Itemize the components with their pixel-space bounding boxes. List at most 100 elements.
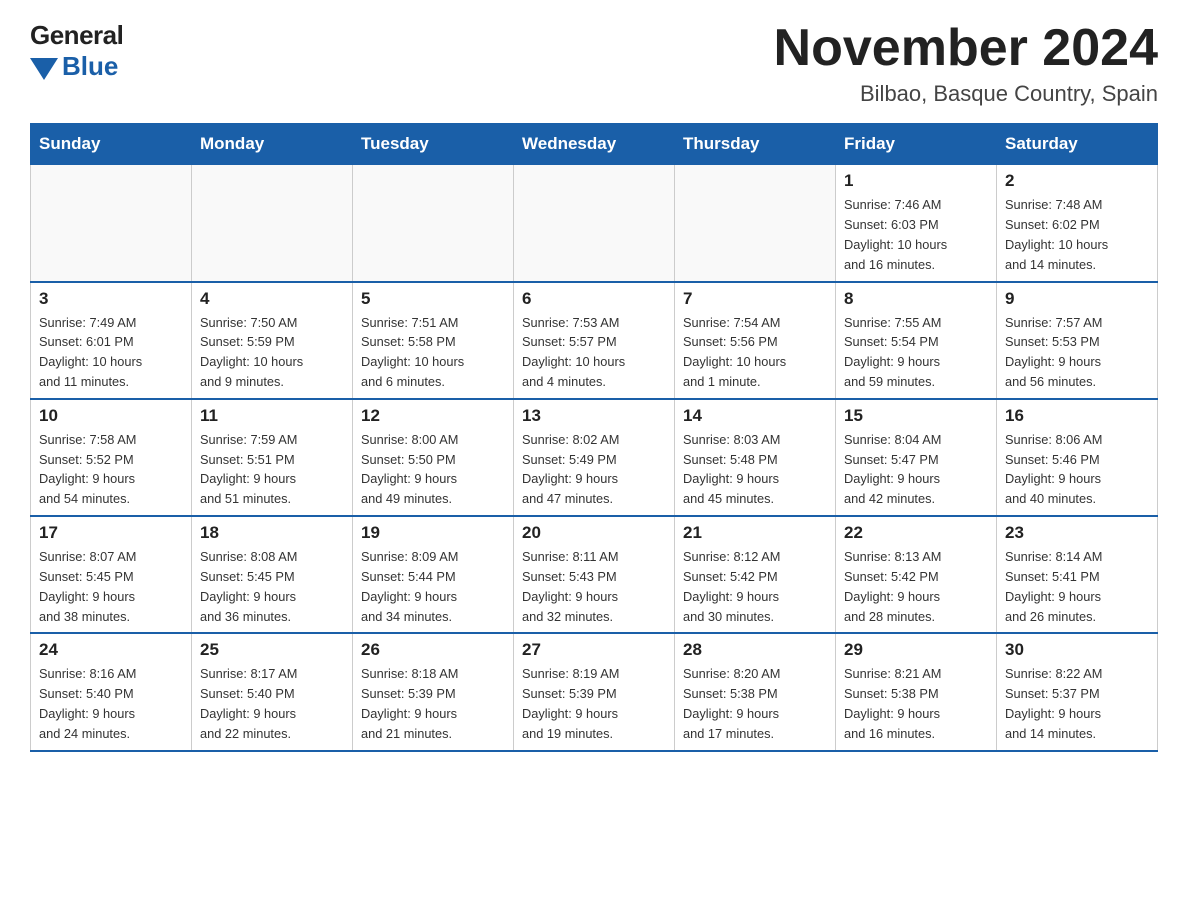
day-number: 2 <box>1005 171 1149 191</box>
day-info: Sunrise: 8:09 AMSunset: 5:44 PMDaylight:… <box>361 547 505 626</box>
day-info: Sunrise: 8:03 AMSunset: 5:48 PMDaylight:… <box>683 430 827 509</box>
day-number: 24 <box>39 640 183 660</box>
day-number: 14 <box>683 406 827 426</box>
day-info: Sunrise: 7:49 AMSunset: 6:01 PMDaylight:… <box>39 313 183 392</box>
main-title: November 2024 <box>774 20 1158 77</box>
day-number: 1 <box>844 171 988 191</box>
day-number: 7 <box>683 289 827 309</box>
calendar-week-5: 24 Sunrise: 8:16 AMSunset: 5:40 PMDayligh… <box>31 633 1158 750</box>
day-number: 19 <box>361 523 505 543</box>
calendar-cell <box>192 165 353 282</box>
day-info: Sunrise: 7:46 AMSunset: 6:03 PMDaylight:… <box>844 195 988 274</box>
day-info: Sunrise: 8:18 AMSunset: 5:39 PMDaylight:… <box>361 664 505 743</box>
day-number: 20 <box>522 523 666 543</box>
calendar-week-3: 10Sunrise: 7:58 AMSunset: 5:52 PMDayligh… <box>31 399 1158 516</box>
calendar-cell: 26 Sunrise: 8:18 AMSunset: 5:39 PMDayligh… <box>353 633 514 750</box>
day-info: Sunrise: 7:48 AMSunset: 6:02 PMDaylight:… <box>1005 195 1149 274</box>
header-day-wednesday: Wednesday <box>514 124 675 165</box>
day-info: Sunrise: 8:11 AMSunset: 5:43 PMDaylight:… <box>522 547 666 626</box>
calendar-cell: 12 Sunrise: 8:00 AMSunset: 5:50 PMDayligh… <box>353 399 514 516</box>
day-number: 8 <box>844 289 988 309</box>
day-info: Sunrise: 8:14 AMSunset: 5:41 PMDaylight:… <box>1005 547 1149 626</box>
day-info: Sunrise: 7:53 AMSunset: 5:57 PMDaylight:… <box>522 313 666 392</box>
calendar-cell: 5Sunrise: 7:51 AMSunset: 5:58 PMDaylight… <box>353 282 514 399</box>
day-number: 6 <box>522 289 666 309</box>
logo-blue-text: Blue <box>62 51 118 82</box>
calendar-cell <box>353 165 514 282</box>
calendar-cell: 16 Sunrise: 8:06 AMSunset: 5:46 PMDayligh… <box>997 399 1158 516</box>
day-info: Sunrise: 8:08 AMSunset: 5:45 PMDaylight:… <box>200 547 344 626</box>
calendar-cell: 30 Sunrise: 8:22 AMSunset: 5:37 PMDayligh… <box>997 633 1158 750</box>
calendar-cell: 28 Sunrise: 8:20 AMSunset: 5:38 PMDayligh… <box>675 633 836 750</box>
calendar-cell: 15 Sunrise: 8:04 AMSunset: 5:47 PMDayligh… <box>836 399 997 516</box>
calendar-cell: 23 Sunrise: 8:14 AMSunset: 5:41 PMDayligh… <box>997 516 1158 633</box>
logo: General Blue <box>30 20 123 82</box>
header: General Blue November 2024 Bilbao, Basqu… <box>30 20 1158 107</box>
day-number: 30 <box>1005 640 1149 660</box>
day-info: Sunrise: 7:55 AMSunset: 5:54 PMDaylight:… <box>844 313 988 392</box>
day-number: 4 <box>200 289 344 309</box>
day-info: Sunrise: 8:19 AMSunset: 5:39 PMDaylight:… <box>522 664 666 743</box>
day-info: Sunrise: 8:16 AMSunset: 5:40 PMDaylight:… <box>39 664 183 743</box>
calendar-cell: 19 Sunrise: 8:09 AMSunset: 5:44 PMDayligh… <box>353 516 514 633</box>
calendar-cell: 6 Sunrise: 7:53 AMSunset: 5:57 PMDaylight… <box>514 282 675 399</box>
day-number: 12 <box>361 406 505 426</box>
logo-general-text: General <box>30 20 123 51</box>
day-number: 11 <box>200 406 344 426</box>
header-day-tuesday: Tuesday <box>353 124 514 165</box>
calendar-cell: 9 Sunrise: 7:57 AMSunset: 5:53 PMDaylight… <box>997 282 1158 399</box>
day-info: Sunrise: 7:57 AMSunset: 5:53 PMDaylight:… <box>1005 313 1149 392</box>
day-info: Sunrise: 8:06 AMSunset: 5:46 PMDaylight:… <box>1005 430 1149 509</box>
calendar-cell <box>675 165 836 282</box>
calendar-week-1: 1 Sunrise: 7:46 AMSunset: 6:03 PMDaylight… <box>31 165 1158 282</box>
logo-triangle-icon <box>30 58 58 80</box>
calendar-cell: 20 Sunrise: 8:11 AMSunset: 5:43 PMDayligh… <box>514 516 675 633</box>
day-number: 18 <box>200 523 344 543</box>
calendar-cell: 27Sunrise: 8:19 AMSunset: 5:39 PMDayligh… <box>514 633 675 750</box>
calendar-week-4: 17 Sunrise: 8:07 AMSunset: 5:45 PMDayligh… <box>31 516 1158 633</box>
calendar-cell: 14 Sunrise: 8:03 AMSunset: 5:48 PMDayligh… <box>675 399 836 516</box>
calendar-cell <box>31 165 192 282</box>
calendar-cell: 29 Sunrise: 8:21 AMSunset: 5:38 PMDayligh… <box>836 633 997 750</box>
day-info: Sunrise: 7:59 AMSunset: 5:51 PMDaylight:… <box>200 430 344 509</box>
day-number: 26 <box>361 640 505 660</box>
calendar-cell: 8 Sunrise: 7:55 AMSunset: 5:54 PMDaylight… <box>836 282 997 399</box>
calendar-cell: 18 Sunrise: 8:08 AMSunset: 5:45 PMDayligh… <box>192 516 353 633</box>
day-info: Sunrise: 7:50 AMSunset: 5:59 PMDaylight:… <box>200 313 344 392</box>
day-info: Sunrise: 8:00 AMSunset: 5:50 PMDaylight:… <box>361 430 505 509</box>
day-info: Sunrise: 8:21 AMSunset: 5:38 PMDaylight:… <box>844 664 988 743</box>
day-number: 9 <box>1005 289 1149 309</box>
header-day-thursday: Thursday <box>675 124 836 165</box>
calendar-cell: 13Sunrise: 8:02 AMSunset: 5:49 PMDayligh… <box>514 399 675 516</box>
calendar-header: SundayMondayTuesdayWednesdayThursdayFrid… <box>31 124 1158 165</box>
day-info: Sunrise: 8:04 AMSunset: 5:47 PMDaylight:… <box>844 430 988 509</box>
calendar-cell <box>514 165 675 282</box>
day-number: 23 <box>1005 523 1149 543</box>
day-number: 28 <box>683 640 827 660</box>
day-number: 15 <box>844 406 988 426</box>
day-number: 17 <box>39 523 183 543</box>
day-number: 22 <box>844 523 988 543</box>
calendar-cell: 25Sunrise: 8:17 AMSunset: 5:40 PMDayligh… <box>192 633 353 750</box>
day-number: 16 <box>1005 406 1149 426</box>
calendar-cell: 2 Sunrise: 7:48 AMSunset: 6:02 PMDaylight… <box>997 165 1158 282</box>
calendar-cell: 22 Sunrise: 8:13 AMSunset: 5:42 PMDayligh… <box>836 516 997 633</box>
day-number: 21 <box>683 523 827 543</box>
calendar-cell: 11 Sunrise: 7:59 AMSunset: 5:51 PMDayligh… <box>192 399 353 516</box>
day-info: Sunrise: 8:07 AMSunset: 5:45 PMDaylight:… <box>39 547 183 626</box>
calendar-cell: 21Sunrise: 8:12 AMSunset: 5:42 PMDayligh… <box>675 516 836 633</box>
calendar-cell: 4 Sunrise: 7:50 AMSunset: 5:59 PMDaylight… <box>192 282 353 399</box>
day-info: Sunrise: 8:22 AMSunset: 5:37 PMDaylight:… <box>1005 664 1149 743</box>
header-day-sunday: Sunday <box>31 124 192 165</box>
calendar-cell: 3 Sunrise: 7:49 AMSunset: 6:01 PMDaylight… <box>31 282 192 399</box>
calendar-cell: 1 Sunrise: 7:46 AMSunset: 6:03 PMDaylight… <box>836 165 997 282</box>
day-info: Sunrise: 8:20 AMSunset: 5:38 PMDaylight:… <box>683 664 827 743</box>
day-number: 29 <box>844 640 988 660</box>
day-number: 25 <box>200 640 344 660</box>
day-number: 3 <box>39 289 183 309</box>
calendar-table: SundayMondayTuesdayWednesdayThursdayFrid… <box>30 123 1158 752</box>
day-info: Sunrise: 8:02 AMSunset: 5:49 PMDaylight:… <box>522 430 666 509</box>
day-info: Sunrise: 8:13 AMSunset: 5:42 PMDaylight:… <box>844 547 988 626</box>
calendar-cell: 7Sunrise: 7:54 AMSunset: 5:56 PMDaylight… <box>675 282 836 399</box>
day-number: 10 <box>39 406 183 426</box>
